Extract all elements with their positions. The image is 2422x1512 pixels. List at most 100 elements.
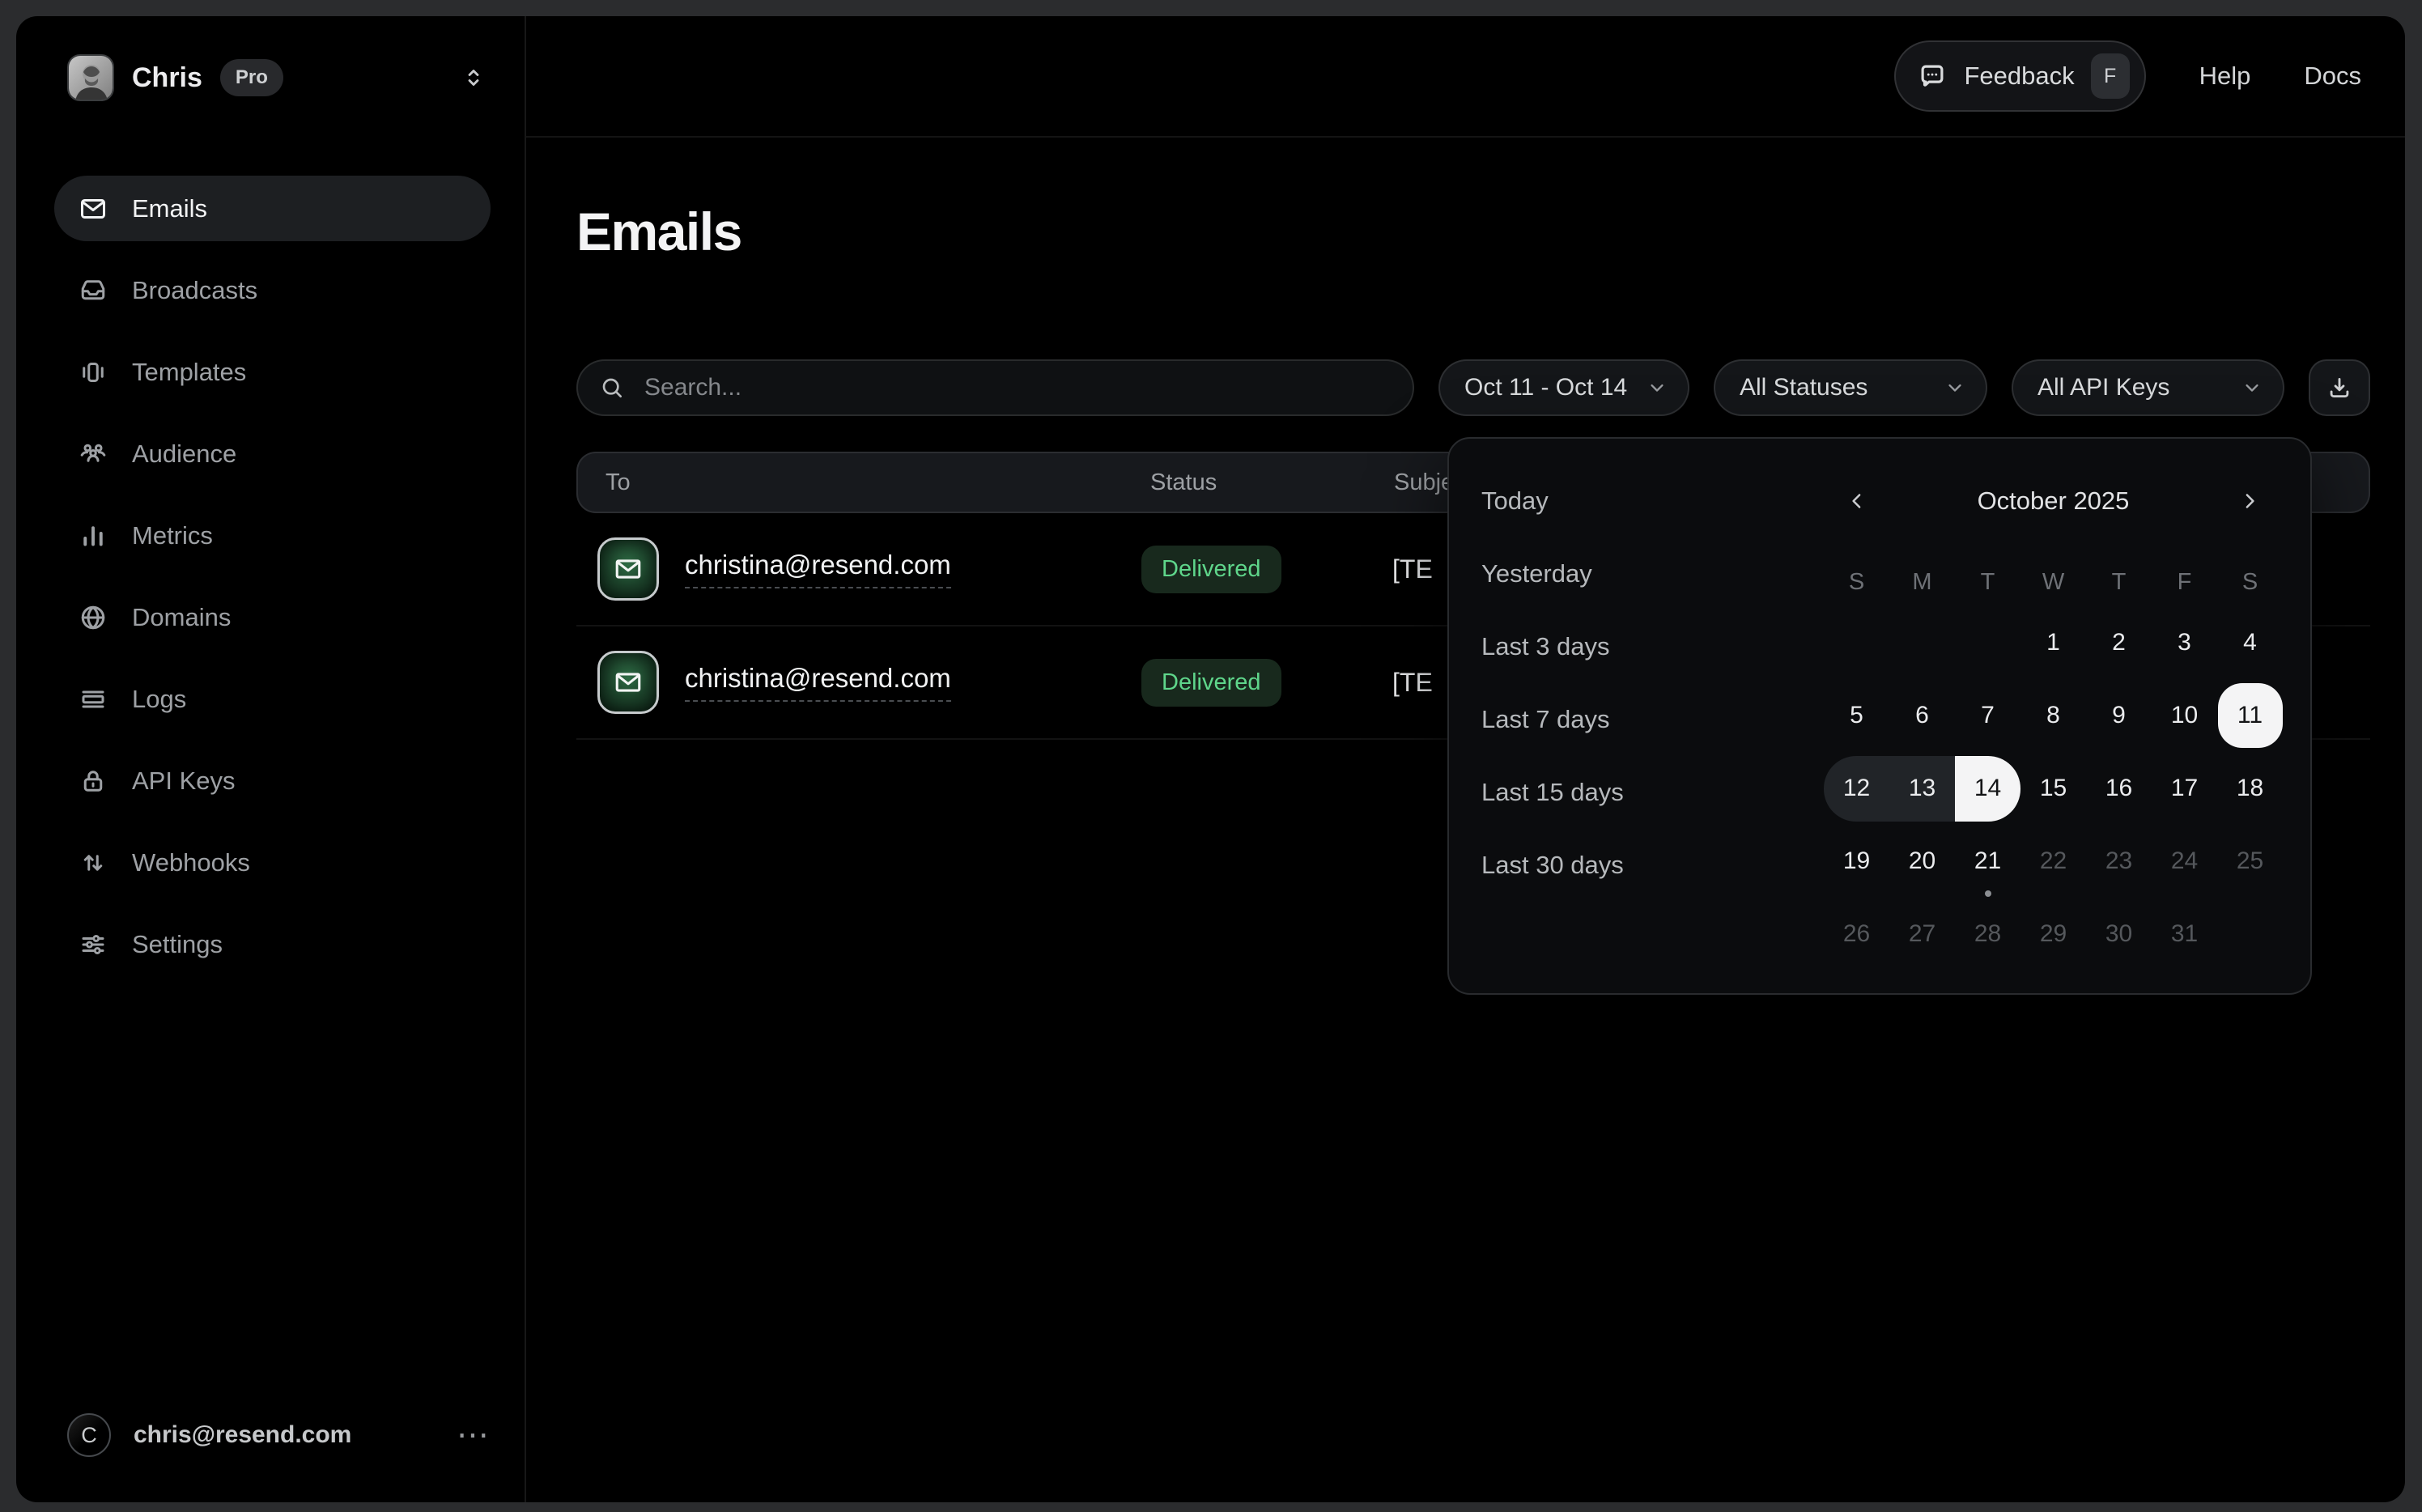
calendar-day-26: 26	[1824, 898, 1889, 970]
sidebar-item-label: Settings	[132, 930, 223, 959]
sidebar-item-broadcasts[interactable]: Broadcasts	[54, 257, 491, 323]
feedback-shortcut-badge: F	[2091, 53, 2130, 99]
api-keys-icon	[79, 767, 108, 796]
calendar-day-13[interactable]: 13	[1889, 752, 1955, 825]
calendar-day-16[interactable]: 16	[2086, 752, 2152, 825]
calendar-day-27: 27	[1889, 898, 1955, 970]
help-link[interactable]: Help	[2199, 62, 2251, 91]
calendar-day-2[interactable]: 2	[2086, 606, 2152, 679]
weekday-label: F	[2178, 569, 2192, 596]
calendar-day-6[interactable]: 6	[1889, 679, 1955, 752]
calendar-day-20[interactable]: 20	[1889, 825, 1955, 898]
calendar-day-12[interactable]: 12	[1824, 752, 1889, 825]
metrics-icon	[79, 521, 108, 550]
weekday-label: S	[1849, 569, 1864, 596]
calendar-day-7[interactable]: 7	[1955, 679, 2020, 752]
calendar-day-17[interactable]: 17	[2152, 752, 2217, 825]
download-icon	[2326, 374, 2353, 401]
sidebar-item-settings[interactable]: Settings	[54, 911, 491, 977]
preset-last-15-days[interactable]: Last 15 days	[1481, 756, 1624, 829]
sidebar-item-label: Domains	[132, 603, 231, 632]
calendar-day-3[interactable]: 3	[2152, 606, 2217, 679]
user-name: Chris	[132, 62, 202, 94]
search-input[interactable]	[643, 373, 1392, 402]
column-header-to: To	[578, 469, 1131, 496]
sidebar-item-domains[interactable]: Domains	[54, 584, 491, 650]
sidebar-item-label: API Keys	[132, 767, 236, 796]
sidebar-item-templates[interactable]: Templates	[54, 339, 491, 405]
main-content: Feedback F Help Docs Emails Oct 11 - Oct…	[526, 16, 2405, 1502]
chevron-down-icon	[1646, 376, 1668, 399]
weekday-label: S	[2242, 569, 2258, 596]
date-range-filter[interactable]: Oct 11 - Oct 14	[1438, 359, 1689, 416]
logs-icon	[79, 685, 108, 714]
topbar: Feedback F Help Docs	[526, 16, 2405, 138]
calendar-day-31: 31	[2152, 898, 2217, 970]
status-badge: Delivered	[1141, 546, 1281, 593]
next-month-button[interactable]	[2233, 484, 2267, 518]
sidebar-item-metrics[interactable]: Metrics	[54, 503, 491, 568]
preset-last-30-days[interactable]: Last 30 days	[1481, 829, 1624, 902]
search-box[interactable]	[576, 359, 1414, 416]
audience-icon	[79, 440, 108, 469]
sidebar-item-emails[interactable]: Emails	[54, 176, 491, 241]
calendar-day-18[interactable]: 18	[2217, 752, 2283, 825]
calendar-day-9[interactable]: 9	[2086, 679, 2152, 752]
sidebar-item-label: Templates	[132, 358, 246, 387]
sidebar-item-logs[interactable]: Logs	[54, 666, 491, 732]
calendar-day-1[interactable]: 1	[2020, 606, 2086, 679]
calendar-day-14[interactable]: 14	[1955, 752, 2020, 825]
feedback-bubble-icon	[1917, 61, 1948, 91]
calendar-day-10[interactable]: 10	[2152, 679, 2217, 752]
calendar-day-28: 28	[1955, 898, 2020, 970]
search-icon	[599, 375, 625, 401]
calendar-day-22: 22	[2020, 825, 2086, 898]
preset-last-3-days[interactable]: Last 3 days	[1481, 610, 1624, 683]
docs-link[interactable]: Docs	[2304, 62, 2361, 91]
sidebar-item-webhooks[interactable]: Webhooks	[54, 830, 491, 895]
calendar-day-15[interactable]: 15	[2020, 752, 2086, 825]
sidebar-nav: Emails Broadcasts Templates Audience Metrics…	[54, 176, 491, 993]
templates-icon	[79, 358, 108, 387]
prev-month-button[interactable]	[1840, 484, 1874, 518]
api-key-filter[interactable]: All API Keys	[2012, 359, 2284, 416]
status-filter-value: All Statuses	[1740, 374, 1867, 401]
date-presets: TodayYesterdayLast 3 daysLast 7 daysLast…	[1481, 465, 1624, 902]
sidebar-item-label: Audience	[132, 440, 236, 469]
app-window: Chris Pro Emails Broadcasts Templates Audie…	[16, 16, 2405, 1502]
calendar-day-21[interactable]: 21	[1955, 825, 2020, 898]
calendar: October 2025 SMTWTFS 1234567891011121314…	[1824, 439, 2283, 993]
calendar-day-11[interactable]: 11	[2217, 679, 2283, 752]
calendar-header: October 2025	[1824, 477, 2283, 525]
sidebar-item-label: Emails	[132, 194, 207, 223]
chevron-up-down-icon[interactable]	[460, 64, 487, 91]
calendar-day-8[interactable]: 8	[2020, 679, 2086, 752]
more-options-button[interactable]: ⋯	[457, 1427, 491, 1443]
emails-icon	[79, 194, 108, 223]
sidebar-item-audience[interactable]: Audience	[54, 421, 491, 486]
status-filter[interactable]: All Statuses	[1714, 359, 1987, 416]
preset-yesterday[interactable]: Yesterday	[1481, 537, 1624, 610]
settings-icon	[79, 930, 108, 959]
chevron-down-icon	[1944, 376, 1966, 399]
export-button[interactable]	[2309, 359, 2370, 416]
plan-badge: Pro	[220, 59, 283, 96]
calendar-day-25: 25	[2217, 825, 2283, 898]
today-indicator-dot	[1985, 890, 1991, 897]
workspace-switcher[interactable]: Chris Pro	[67, 52, 487, 104]
chevron-down-icon	[2241, 376, 2263, 399]
account-avatar: C	[67, 1413, 111, 1457]
user-avatar	[67, 54, 114, 101]
account-row: C chris@resend.com ⋯	[67, 1413, 491, 1457]
preset-today[interactable]: Today	[1481, 465, 1624, 537]
calendar-day-30: 30	[2086, 898, 2152, 970]
sidebar-item-api-keys[interactable]: API Keys	[54, 748, 491, 813]
preset-last-7-days[interactable]: Last 7 days	[1481, 683, 1624, 756]
feedback-button[interactable]: Feedback F	[1894, 40, 2145, 112]
domains-icon	[79, 603, 108, 632]
calendar-day-5[interactable]: 5	[1824, 679, 1889, 752]
calendar-day-19[interactable]: 19	[1824, 825, 1889, 898]
calendar-day-4[interactable]: 4	[2217, 606, 2283, 679]
weekday-label: W	[2042, 569, 2064, 596]
email-envelope-icon	[597, 537, 659, 601]
